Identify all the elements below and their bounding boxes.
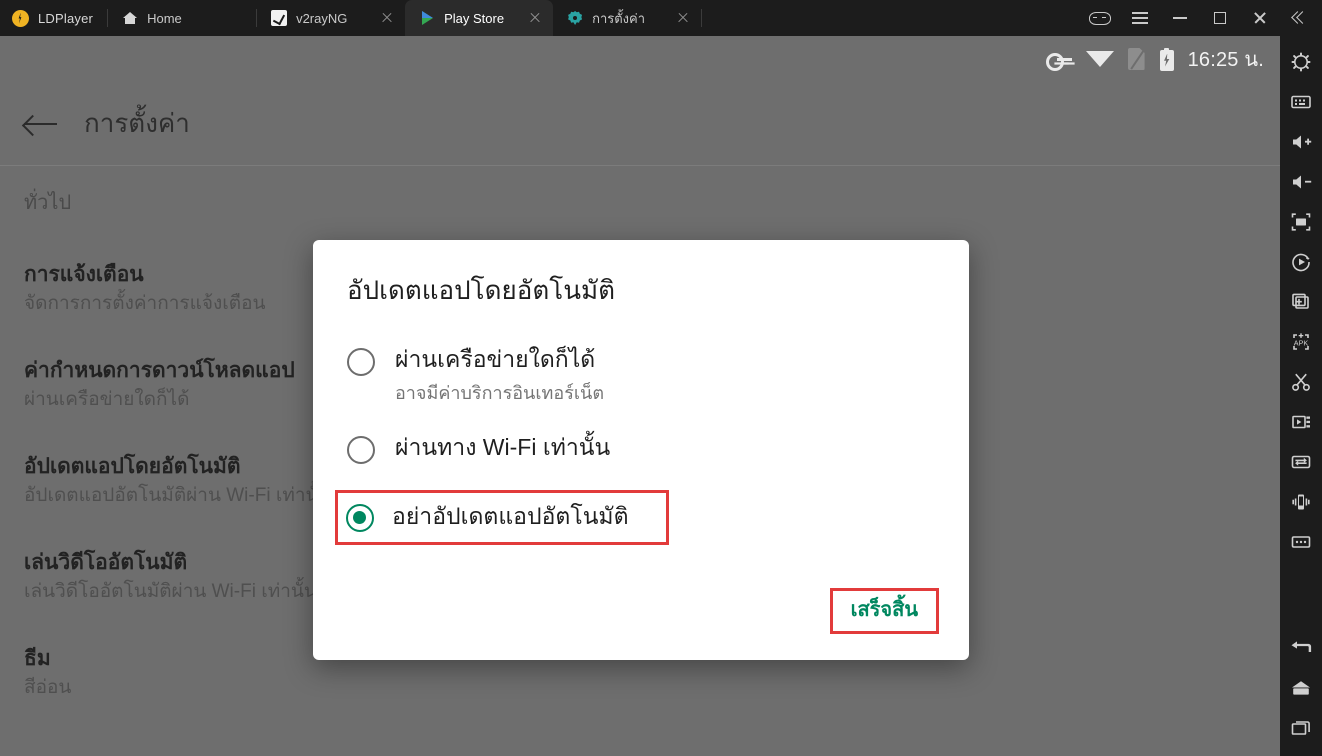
recents-nav-icon [1291, 721, 1310, 735]
back-nav-icon [1291, 641, 1312, 652]
tab-close-icon[interactable] [675, 10, 691, 26]
tab-label: v2rayNG [296, 10, 348, 26]
sidebar-sync-transfer-button[interactable] [1280, 442, 1322, 482]
back-arrow-icon[interactable] [24, 112, 58, 136]
radio-option-never-auto-update[interactable]: อย่าอัปเดตแอปอัตโนมัติ [335, 489, 669, 545]
battery-charging-icon [1159, 47, 1174, 71]
tab-v2rayng[interactable]: v2rayNG [257, 0, 405, 36]
tab-label: Play Store [444, 10, 505, 26]
vpn-key-icon [1045, 52, 1072, 71]
tab-close-icon[interactable] [527, 10, 543, 26]
shake-device-icon [1292, 494, 1310, 510]
auto-update-dialog: อัปเดตแอปโดยอัตโนมัติ ผ่านเครือข่ายใดก็ไ… [313, 240, 969, 660]
option-text: อย่าอัปเดตแอปอัตโนมัติ [392, 502, 629, 531]
screen-record-icon [1292, 415, 1310, 429]
wifi-icon [1085, 49, 1114, 69]
android-status-bar: 16:25 น. [0, 36, 1280, 82]
title-bar: LDPlayer Home v2rayNG Play Store การตั้ง… [0, 0, 1322, 36]
brand-area: LDPlayer [0, 0, 107, 36]
tab-play-store[interactable]: Play Store [405, 0, 554, 36]
divider [701, 9, 703, 27]
no-sim-icon [1128, 48, 1146, 70]
app-bar: การตั้งค่า [0, 82, 1280, 166]
menu-icon [1132, 12, 1148, 24]
settings-gear-icon [567, 10, 583, 26]
chevron-left-double-icon [1293, 12, 1307, 24]
tab-label: การตั้งค่า [592, 10, 646, 26]
dialog-actions: เสร็จสิ้น [829, 588, 939, 634]
collapse-button[interactable] [1280, 0, 1320, 36]
emulator-sidebar: APK [1280, 36, 1322, 756]
sidebar-rotate-button[interactable] [1280, 242, 1322, 282]
volume-down-icon [1293, 175, 1312, 189]
radio-button[interactable] [347, 348, 375, 376]
sidebar-more-options-button[interactable] [1280, 522, 1322, 562]
page-title: การตั้งค่า [84, 108, 190, 138]
settings-gear-icon [1291, 52, 1311, 72]
section-header-general: ทั่วไป [24, 192, 72, 214]
brand-name: LDPlayer [38, 10, 94, 26]
option-label: ผ่านทาง Wi-Fi เท่านั้น [395, 433, 611, 460]
tab-settings[interactable]: การตั้งค่า [553, 0, 701, 36]
sidebar-back-nav-button[interactable] [1280, 628, 1322, 668]
done-button[interactable]: เสร็จสิ้น [829, 588, 939, 634]
sidebar-shake-device-button[interactable] [1280, 482, 1322, 522]
radio-option-any-network[interactable]: ผ่านเครือข่ายใดก็ได้ อาจมีค่าบริการอินเท… [347, 345, 935, 407]
minimize-icon [1173, 17, 1187, 19]
close-icon [1253, 11, 1267, 25]
rotate-play-icon [1292, 253, 1310, 272]
option-subtitle: อาจมีค่าบริการอินเทอร์เน็ต [395, 382, 605, 403]
sidebar-settings-button[interactable] [1280, 42, 1322, 82]
sidebar-volume-down-button[interactable] [1280, 162, 1322, 202]
radio-button[interactable] [347, 435, 375, 464]
tab-label: Home [147, 10, 182, 26]
play-store-icon [419, 10, 435, 26]
sidebar-keyboard-button[interactable] [1280, 82, 1322, 122]
sidebar-install-apk-button[interactable]: APK [1280, 322, 1322, 362]
ldplayer-logo-icon [12, 9, 29, 27]
tab-home[interactable]: Home [108, 0, 256, 36]
sidebar-fullscreen-button[interactable] [1280, 202, 1322, 242]
emulator-screen: 16:25 น. การตั้งค่า ทั่วไป การแจ้งเตือน … [0, 36, 1280, 756]
window-controls [1080, 0, 1322, 36]
sidebar-screenshot-button[interactable] [1280, 362, 1322, 402]
sidebar-home-nav-button[interactable] [1280, 668, 1322, 708]
option-label: ผ่านเครือข่ายใดก็ได้ [395, 346, 596, 372]
minimize-button[interactable] [1160, 0, 1200, 36]
install-apk-icon: APK [1293, 333, 1309, 350]
status-bar-clock: 16:25 น. [1187, 49, 1264, 71]
setting-subtitle: สีอ่อน [24, 677, 72, 699]
v2rayng-icon [271, 10, 288, 26]
keyboard-icon [1291, 95, 1311, 109]
svg-text:APK: APK [1294, 339, 1309, 348]
sidebar-recents-nav-button[interactable] [1280, 708, 1322, 748]
maximize-icon [1214, 12, 1226, 24]
option-text: ผ่านเครือข่ายใดก็ได้ อาจมีค่าบริการอินเท… [395, 345, 604, 407]
ldplayer-window: LDPlayer Home v2rayNG Play Store การตั้ง… [0, 0, 1322, 756]
option-text: ผ่านทาง Wi-Fi เท่านั้น [395, 433, 610, 462]
home-nav-icon [1292, 681, 1310, 695]
gamepad-icon [1089, 11, 1111, 25]
sidebar-screen-record-button[interactable] [1280, 402, 1322, 442]
volume-up-icon [1293, 135, 1312, 149]
sidebar-volume-up-button[interactable] [1280, 122, 1322, 162]
sync-transfer-icon [1291, 455, 1311, 469]
new-window-icon [1292, 293, 1309, 309]
close-button[interactable] [1240, 0, 1280, 36]
home-icon [122, 10, 138, 26]
gamepad-button[interactable] [1080, 0, 1120, 36]
menu-button[interactable] [1120, 0, 1160, 36]
maximize-button[interactable] [1200, 0, 1240, 36]
tab-close-icon[interactable] [379, 10, 395, 26]
sidebar-new-window-button[interactable] [1280, 282, 1322, 322]
screenshot-scissors-icon [1292, 373, 1310, 391]
option-label: อย่าอัปเดตแอปอัตโนมัติ [392, 502, 629, 529]
more-options-icon [1291, 536, 1311, 548]
dialog-title: อัปเดตแอปโดยอัตโนมัติ [347, 275, 615, 305]
fullscreen-icon [1291, 213, 1311, 231]
radio-option-wifi-only[interactable]: ผ่านทาง Wi-Fi เท่านั้น [347, 433, 935, 464]
radio-button[interactable] [346, 503, 374, 532]
